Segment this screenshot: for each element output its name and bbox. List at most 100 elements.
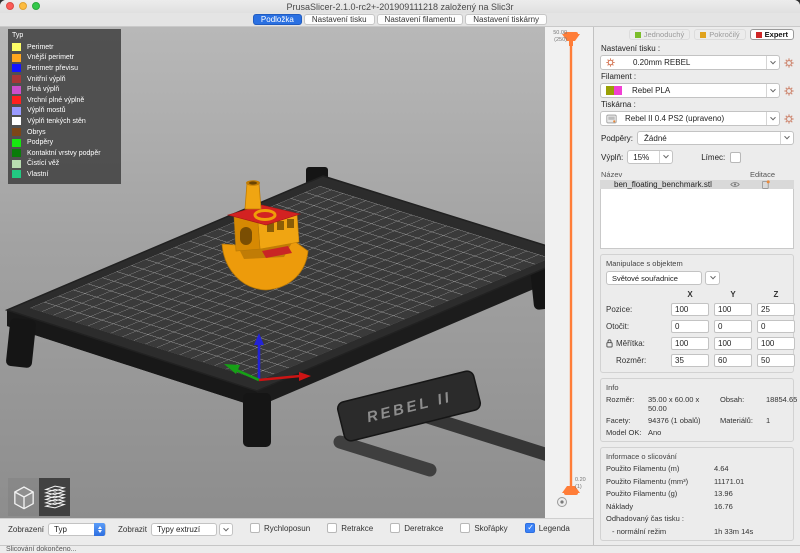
shells-checkbox[interactable] bbox=[460, 523, 470, 533]
legend-item: Vlastní bbox=[12, 169, 117, 180]
3d-viewport[interactable]: REBEL II bbox=[0, 27, 545, 518]
filament-g-value: 13.96 bbox=[714, 489, 788, 498]
object-list-row[interactable]: ben_floating_benchmark.stl bbox=[600, 180, 794, 189]
brim-label: Límec: bbox=[701, 153, 725, 162]
layers-view-button[interactable] bbox=[39, 478, 70, 516]
layer-slider-strip: 50.00 (250) 0.20 (1) bbox=[545, 27, 593, 518]
position-x-input[interactable] bbox=[671, 303, 709, 316]
layer-slider[interactable] bbox=[545, 27, 593, 518]
checkbox-shells[interactable]: Skořápky bbox=[460, 523, 507, 533]
tab-print-settings[interactable]: Nastavení tisku bbox=[304, 14, 375, 25]
materials-value: 1 bbox=[766, 416, 797, 425]
legend-item: Podpěry bbox=[12, 137, 117, 148]
position-z-input[interactable] bbox=[757, 303, 795, 316]
scale-z-input[interactable] bbox=[757, 337, 795, 350]
legend-swatch bbox=[12, 117, 21, 125]
mode-expert-icon bbox=[756, 32, 762, 38]
checkbox-travel[interactable]: Rychloposun bbox=[250, 523, 310, 533]
position-y-input[interactable] bbox=[714, 303, 752, 316]
layer-slider-top-label: 50.00 (250) bbox=[545, 30, 567, 43]
manipulation-title: Manipulace s objektem bbox=[606, 259, 788, 268]
show-features-dropdown-button[interactable] bbox=[219, 523, 233, 536]
legend-item: Čistící věž bbox=[12, 159, 117, 170]
window-title: PrusaSlicer-2.1.0-rc2+-201909111218 zalo… bbox=[286, 2, 513, 12]
legend-swatch bbox=[12, 43, 21, 51]
rotate-y-input[interactable] bbox=[714, 320, 752, 333]
filament-mm3-label: Použito Filamentu (mm³) bbox=[606, 477, 714, 486]
filament-combo[interactable]: Rebel PLA bbox=[600, 83, 780, 98]
zoom-window-button[interactable] bbox=[32, 2, 40, 10]
mode-simple-icon bbox=[635, 32, 641, 38]
show-features-combo[interactable]: Typy extruzí bbox=[151, 523, 217, 536]
view-mode-select[interactable]: Typ bbox=[48, 523, 106, 536]
close-window-button[interactable] bbox=[6, 2, 14, 10]
object-list[interactable] bbox=[600, 189, 794, 249]
mode-advanced-button[interactable]: Pokročilý bbox=[694, 29, 745, 40]
gear-icon bbox=[784, 58, 794, 68]
manifold-label: Model OK: bbox=[606, 428, 648, 437]
printer-gear-button[interactable] bbox=[784, 114, 794, 124]
sidebar: Jednoduchý Pokročilý Expert Nastavení ti… bbox=[593, 27, 800, 545]
cube-icon bbox=[11, 482, 37, 512]
print-settings-combo[interactable]: 0.20mm REBEL bbox=[600, 55, 780, 70]
filament-gear-button[interactable] bbox=[784, 86, 794, 96]
tab-plater[interactable]: Podložka bbox=[253, 14, 302, 25]
brim-checkbox[interactable] bbox=[730, 152, 741, 163]
scale-label: Měřítka: bbox=[606, 339, 666, 348]
axis-y-header: Y bbox=[714, 290, 752, 299]
materials-label: Materiálů: bbox=[720, 416, 766, 425]
infill-combo[interactable]: 15% bbox=[627, 150, 673, 164]
tab-filament-settings[interactable]: Nastavení filamentu bbox=[377, 14, 464, 25]
rotate-x-input[interactable] bbox=[671, 320, 709, 333]
size-z-input[interactable] bbox=[757, 354, 795, 367]
eye-icon[interactable] bbox=[730, 181, 740, 188]
legend-item: Výplň mostů bbox=[12, 106, 117, 117]
3d-view-button[interactable] bbox=[8, 478, 39, 516]
scale-y-input[interactable] bbox=[714, 337, 752, 350]
scale-x-input[interactable] bbox=[671, 337, 709, 350]
legend-item: Výplň tenkých stěn bbox=[12, 116, 117, 127]
size-x-input[interactable] bbox=[671, 354, 709, 367]
facets-label: Facety: bbox=[606, 416, 648, 425]
size-y-input[interactable] bbox=[714, 354, 752, 367]
supports-label: Podpěry: bbox=[601, 134, 633, 143]
object-list-header-edit: Editace bbox=[750, 170, 775, 179]
checkbox-retractions[interactable]: Retrakce bbox=[327, 523, 373, 533]
sliced-info-title: Informace o slicování bbox=[606, 452, 788, 461]
tab-printer-settings[interactable]: Nastavení tiskárny bbox=[465, 14, 547, 25]
edit-object-icon[interactable] bbox=[762, 180, 770, 189]
facets-value: 94376 (1 obalů) bbox=[648, 416, 720, 425]
legend-swatch bbox=[12, 170, 21, 178]
legend-swatch bbox=[12, 64, 21, 72]
print-settings-gear-button[interactable] bbox=[784, 58, 794, 68]
checkbox-deretractions[interactable]: Deretrakce bbox=[390, 523, 443, 533]
printer-label: Tiskárna : bbox=[601, 100, 794, 109]
mode-expert-button[interactable]: Expert bbox=[750, 29, 794, 40]
deretractions-checkbox[interactable] bbox=[390, 523, 400, 533]
supports-combo[interactable]: Žádné bbox=[637, 131, 794, 145]
object-name: ben_floating_benchmark.stl bbox=[600, 180, 730, 189]
rotate-z-input[interactable] bbox=[757, 320, 795, 333]
retractions-checkbox[interactable] bbox=[327, 523, 337, 533]
normal-mode-label: - normální režim bbox=[606, 527, 714, 536]
normal-mode-time: 1h 33m 14s bbox=[714, 527, 788, 536]
checkbox-legend[interactable]: Legenda bbox=[525, 523, 570, 533]
legend-swatch bbox=[12, 107, 21, 115]
minimize-window-button[interactable] bbox=[19, 2, 27, 10]
manifold-value: Ano bbox=[648, 428, 720, 437]
coordinate-system-dropdown-button[interactable] bbox=[705, 271, 720, 285]
select-stepper-icon bbox=[94, 523, 105, 536]
legend-item: Plná výplň bbox=[12, 84, 117, 95]
legend-checkbox[interactable] bbox=[525, 523, 535, 533]
object-manipulation-panel: Manipulace s objektem Světové souřadnice… bbox=[600, 254, 794, 373]
lock-icon[interactable] bbox=[606, 339, 613, 348]
layer-slider-mode-button[interactable] bbox=[558, 498, 567, 507]
legend-swatch bbox=[12, 128, 21, 136]
object-list-header-name: Název bbox=[601, 170, 622, 179]
size-label: Rozměr: bbox=[606, 356, 666, 365]
travel-checkbox[interactable] bbox=[250, 523, 260, 533]
printer-combo[interactable]: Rebel II 0.4 PS2 (upraveno) bbox=[600, 111, 780, 126]
print-settings-label: Nastavení tisku : bbox=[601, 44, 794, 53]
mode-simple-button[interactable]: Jednoduchý bbox=[629, 29, 690, 40]
coordinate-system-combo[interactable]: Světové souřadnice bbox=[606, 271, 702, 285]
